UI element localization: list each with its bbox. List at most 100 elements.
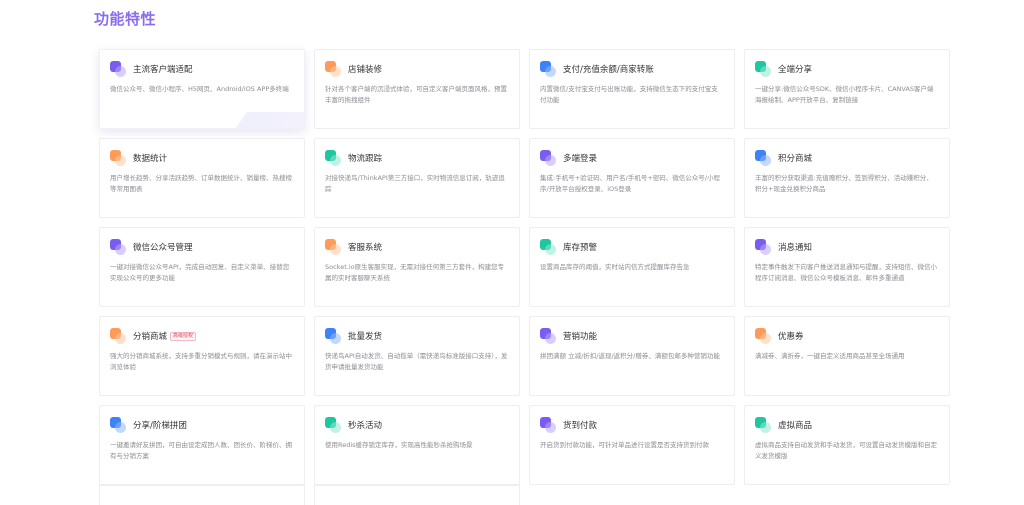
client-icon xyxy=(110,61,126,77)
feature-description: 一键对接微信公众号API，完成自动回复、自定义菜单、接替您实现公众号的更多功能 xyxy=(110,263,290,282)
marketing-icon xyxy=(540,328,556,344)
feature-description: 一键分享:微信公众号SDK、微信小程序卡片、CANVAS客户端海报绘制、APP开… xyxy=(755,85,934,104)
feature-description: 使用Redis缓存锁定库存，实现高性能秒杀抢购场景 xyxy=(325,441,473,449)
points-mall-icon xyxy=(755,150,771,166)
feature-name: 秒杀活动 xyxy=(348,421,383,431)
inventory-icon xyxy=(540,239,556,255)
feature-description: 快递鸟API自动发货、自动揽单（需快递鸟标准版接口支持），发货申请批量发货功能 xyxy=(325,352,508,371)
feature-card-header: 货到付款 xyxy=(540,417,724,433)
feature-card-header: 秒杀活动 xyxy=(325,417,509,433)
feature-name: 数据统计 xyxy=(133,154,168,164)
feature-name: 批量发货 xyxy=(348,332,383,342)
feature-description: 微信公众号、微信小程序、H5网页、Android/iOS APP多终端 xyxy=(110,85,289,93)
feature-name: 货到付款 xyxy=(563,421,598,431)
feature-card[interactable]: 分销商城 高级授权 强大的分销商城系统，支持多重分销模式与规则，请在演示站中浏览体验 xyxy=(99,316,305,396)
feature-card[interactable]: 批量发货快递鸟API自动发货、自动揽单（需快递鸟标准版接口支持），发货申请批量发… xyxy=(314,316,520,396)
feature-card-header: 优惠券 xyxy=(755,328,939,344)
feature-card[interactable]: 消息通知特定事件触发下向客户推送消息通知与提醒，支持短信、微信小程序订阅消息、微… xyxy=(744,227,950,307)
feature-description: 内置微信/支付宝支付与出账功能，支持微信生态下的支付宝支付功能 xyxy=(540,85,718,104)
feature-card-header: 数据统计 xyxy=(110,150,294,166)
feature-card-header: 物流跟踪 xyxy=(325,150,509,166)
feature-name: 支付/充值余额/商家转账 xyxy=(563,65,654,75)
logistics-icon xyxy=(325,150,341,166)
feature-description: 开启货到付款功能，可针对单品进行设置是否支持货到付款 xyxy=(540,441,709,449)
feature-card[interactable]: 虚拟商品虚拟商品支持自动发货和手动发货，可设置自动发货模版和自定义发货模版 xyxy=(744,405,950,485)
feature-description: 针对各个客户端的沉浸式体验，可自定义客户端页面风格，预置丰富的拖拽组件 xyxy=(325,85,507,104)
feature-description: 集成:手机号+验证码、用户名/手机号+密码、微信公众号/小程序/开放平台授权登录… xyxy=(540,174,720,193)
payment-icon xyxy=(540,61,556,77)
feature-name: 虚拟商品 xyxy=(778,421,813,431)
feature-card-header: 虚拟商品 xyxy=(755,417,939,433)
feature-description: 一键邀请好友拼团，可自由设定成团人数、团长价、阶梯价、拥有与分销方案 xyxy=(110,441,292,460)
feature-card-partial[interactable] xyxy=(99,485,305,505)
feature-name: 多端登录 xyxy=(563,154,598,164)
section-title: 功能特性 xyxy=(94,10,157,28)
feature-description: 虚拟商品支持自动发货和手动发货，可设置自动发货模版和自定义发货模版 xyxy=(755,441,937,460)
feature-name: 积分商城 xyxy=(778,154,813,164)
feature-card[interactable]: 全端分享一键分享:微信公众号SDK、微信小程序卡片、CANVAS客户端海报绘制、… xyxy=(744,49,950,129)
feature-name: 客服系统 xyxy=(348,243,383,253)
feature-card[interactable]: 库存预警设置商品库存的阈值，实时站内信方式提醒库存告急 xyxy=(529,227,735,307)
feature-card[interactable]: 货到付款开启货到付款功能，可针对单品进行设置是否支持货到付款 xyxy=(529,405,735,485)
feature-card[interactable]: 店铺装修针对各个客户端的沉浸式体验，可自定义客户端页面风格，预置丰富的拖拽组件 xyxy=(314,49,520,129)
feature-card[interactable]: 数据统计用户增长趋势、分享活跃趋势、订单数据统计、销量榜、热搜榜等常用图表 xyxy=(99,138,305,218)
feature-card-header: 分销商城 高级授权 xyxy=(110,328,294,344)
feature-card-header: 库存预警 xyxy=(540,239,724,255)
feature-card-header: 微信公众号管理 xyxy=(110,239,294,255)
feature-name: 分享/阶梯拼团 xyxy=(133,421,187,431)
feature-name: 营销功能 xyxy=(563,332,598,342)
notification-icon xyxy=(755,239,771,255)
feature-card[interactable]: 客服系统 Socket.io原生客服实现，无需对接任何第三方套件，构建您专属的实时… xyxy=(314,227,520,307)
feature-card-header: 积分商城 xyxy=(755,150,939,166)
feature-description: 丰富的积分获取渠道:充值赠积分、签到得积分、活动赚积分、积分+现金兑换积分商品 xyxy=(755,174,933,193)
feature-name: 优惠券 xyxy=(778,332,804,342)
customer-service-icon xyxy=(325,239,341,255)
feature-description: 设置商品库存的阈值，实时站内信方式提醒库存告急 xyxy=(540,263,690,271)
feature-name: 库存预警 xyxy=(563,243,598,253)
batch-shipping-icon xyxy=(325,328,341,344)
feature-description: 强大的分销商城系统，支持多重分销模式与规则，请在演示站中浏览体验 xyxy=(110,352,292,371)
feature-card[interactable]: 微信公众号管理一键对接微信公众号API，完成自动回复、自定义菜单、接替您实现公众… xyxy=(99,227,305,307)
feature-card-header: 主流客户端适配 xyxy=(110,61,294,77)
feature-card[interactable]: 主流客户端适配微信公众号、微信小程序、H5网页、Android/iOS APP多… xyxy=(99,49,305,129)
wechat-official-icon xyxy=(110,239,126,255)
feature-card-header: 全端分享 xyxy=(755,61,939,77)
feature-card-header: 消息通知 xyxy=(755,239,939,255)
feature-description: 特定事件触发下向客户推送消息通知与提醒，支持短信、微信小程序订阅消息、微信公众号… xyxy=(755,263,937,282)
feature-card-header: 分享/阶梯拼团 xyxy=(110,417,294,433)
feature-card-header: 多端登录 xyxy=(540,150,724,166)
feature-card-header: 客服系统 xyxy=(325,239,509,255)
feature-card-header: 营销功能 xyxy=(540,328,724,344)
feature-grid: 主流客户端适配微信公众号、微信小程序、H5网页、Android/iOS APP多… xyxy=(99,49,950,485)
feature-card[interactable]: 积分商城丰富的积分获取渠道:充值赠积分、签到得积分、活动赚积分、积分+现金兑换积… xyxy=(744,138,950,218)
feature-card[interactable]: 多端登录集成:手机号+验证码、用户名/手机号+密码、微信公众号/小程序/开放平台… xyxy=(529,138,735,218)
feature-card[interactable]: 营销功能拼团满额 立减/折扣/返现/返积分/赠券、满额包邮多种营销功能 xyxy=(529,316,735,396)
feature-description: 用户增长趋势、分享活跃趋势、订单数据统计、销量榜、热搜榜等常用图表 xyxy=(110,174,292,193)
group-buy-icon xyxy=(110,417,126,433)
flash-sale-icon xyxy=(325,417,341,433)
feature-card-header: 批量发货 xyxy=(325,328,509,344)
feature-name: 消息通知 xyxy=(778,243,813,253)
virtual-goods-icon xyxy=(755,417,771,433)
feature-card-header: 店铺装修 xyxy=(325,61,509,77)
feature-card-header: 支付/充值余额/商家转账 xyxy=(540,61,724,77)
feature-description: 满减券、满折券，一键自定义适用商品甚至全场通用 xyxy=(755,352,905,360)
feature-card[interactable]: 秒杀活动使用Redis缓存锁定库存，实现高性能秒杀抢购场景 xyxy=(314,405,520,485)
feature-name: 微信公众号管理 xyxy=(133,243,193,253)
feature-name: 全端分享 xyxy=(778,65,813,75)
feature-card-partial[interactable] xyxy=(314,485,520,505)
cash-on-delivery-icon xyxy=(540,417,556,433)
coupon-icon xyxy=(755,328,771,344)
feature-name: 店铺装修 xyxy=(348,65,383,75)
statistics-icon xyxy=(110,150,126,166)
feature-card[interactable]: 物流跟踪 对接快递鸟/ThinkAPI第三方接口，实时物流信息订阅，轨迹追踪 xyxy=(314,138,520,218)
distribution-icon xyxy=(110,328,126,344)
feature-card[interactable]: 支付/充值余额/商家转账内置微信/支付宝支付与出账功能，支持微信生态下的支付宝支… xyxy=(529,49,735,129)
feature-card[interactable]: 分享/阶梯拼团一键邀请好友拼团，可自由设定成团人数、团长价、阶梯价、拥有与分销方… xyxy=(99,405,305,485)
feature-name: 主流客户端适配 xyxy=(133,65,193,75)
feature-description: Socket.io原生客服实现，无需对接任何第三方套件，构建您专属的实时客服聊天… xyxy=(325,263,505,282)
login-icon xyxy=(540,150,556,166)
feature-description: 拼团满额 立减/折扣/返现/返积分/赠券、满额包邮多种营销功能 xyxy=(540,352,720,360)
feature-card[interactable]: 优惠券满减券、满折券，一键自定义适用商品甚至全场通用 xyxy=(744,316,950,396)
license-badge: 高级授权 xyxy=(170,331,197,341)
